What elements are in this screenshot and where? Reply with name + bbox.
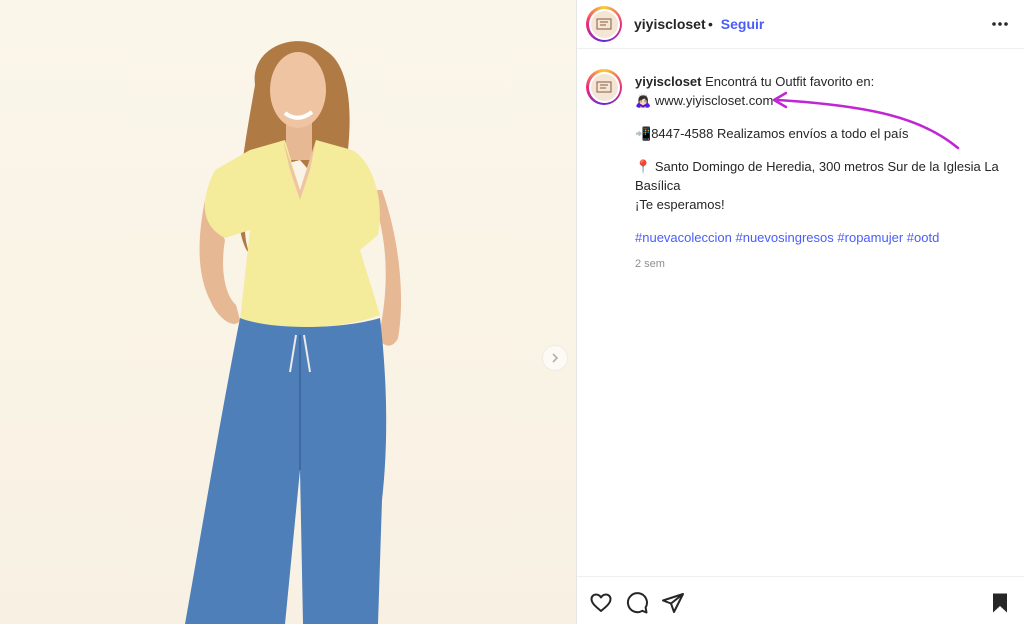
hashtag-link[interactable]: #ropamujer (837, 230, 903, 245)
post-media (0, 0, 576, 624)
profile-avatar[interactable] (586, 6, 622, 42)
hashtag-link[interactable]: #ootd (907, 230, 940, 245)
store-logo-icon (596, 18, 612, 30)
share-button[interactable] (661, 591, 685, 615)
next-image-button[interactable] (542, 345, 568, 371)
follow-separator: • (708, 16, 713, 32)
fashion-photo (185, 41, 402, 624)
post-timestamp: 2 sem (635, 258, 665, 270)
comment-icon (626, 592, 648, 614)
pin-emoji: 📍 (635, 159, 652, 174)
store-logo-icon (596, 81, 612, 93)
send-icon (662, 593, 684, 613)
like-button[interactable] (589, 591, 613, 615)
more-options-button[interactable] (990, 14, 1010, 34)
follow-label[interactable]: Seguir (721, 16, 765, 32)
hashtag-link[interactable]: #nuevacoleccion (635, 230, 732, 245)
closing-text: ¡Te esperamos! (635, 197, 725, 212)
mobile-phone-emoji: 📲 (635, 126, 652, 141)
chevron-right-icon (552, 353, 559, 363)
post-header: yiyiscloset • Seguir (577, 0, 1024, 49)
hashtag-list: #nuevacoleccion #nuevosingresos #ropamuj… (635, 228, 1005, 247)
heart-icon (590, 593, 612, 612)
more-options-icon (992, 22, 1008, 26)
caption-intro: Encontrá tu Outfit favorito en: (705, 74, 875, 89)
bookmark-icon (993, 593, 1007, 613)
hashtag-link[interactable]: #nuevosingresos (735, 230, 833, 245)
caption-username[interactable]: yiyiscloset (635, 74, 702, 89)
website-text: www.yiyiscloset.com (654, 93, 774, 108)
comment-button[interactable] (625, 591, 649, 615)
action-bar (577, 576, 1024, 625)
follow-button[interactable]: • Seguir (708, 16, 764, 32)
location-text: Santo Domingo de Heredia, 300 metros Sur… (635, 159, 999, 193)
person-bowing-emoji: 🙇🏻‍♀️ (635, 93, 652, 108)
header-username[interactable]: yiyiscloset (634, 16, 706, 32)
caption-avatar[interactable] (586, 69, 622, 105)
annotation-arrow (772, 91, 960, 150)
save-button[interactable] (988, 591, 1012, 615)
